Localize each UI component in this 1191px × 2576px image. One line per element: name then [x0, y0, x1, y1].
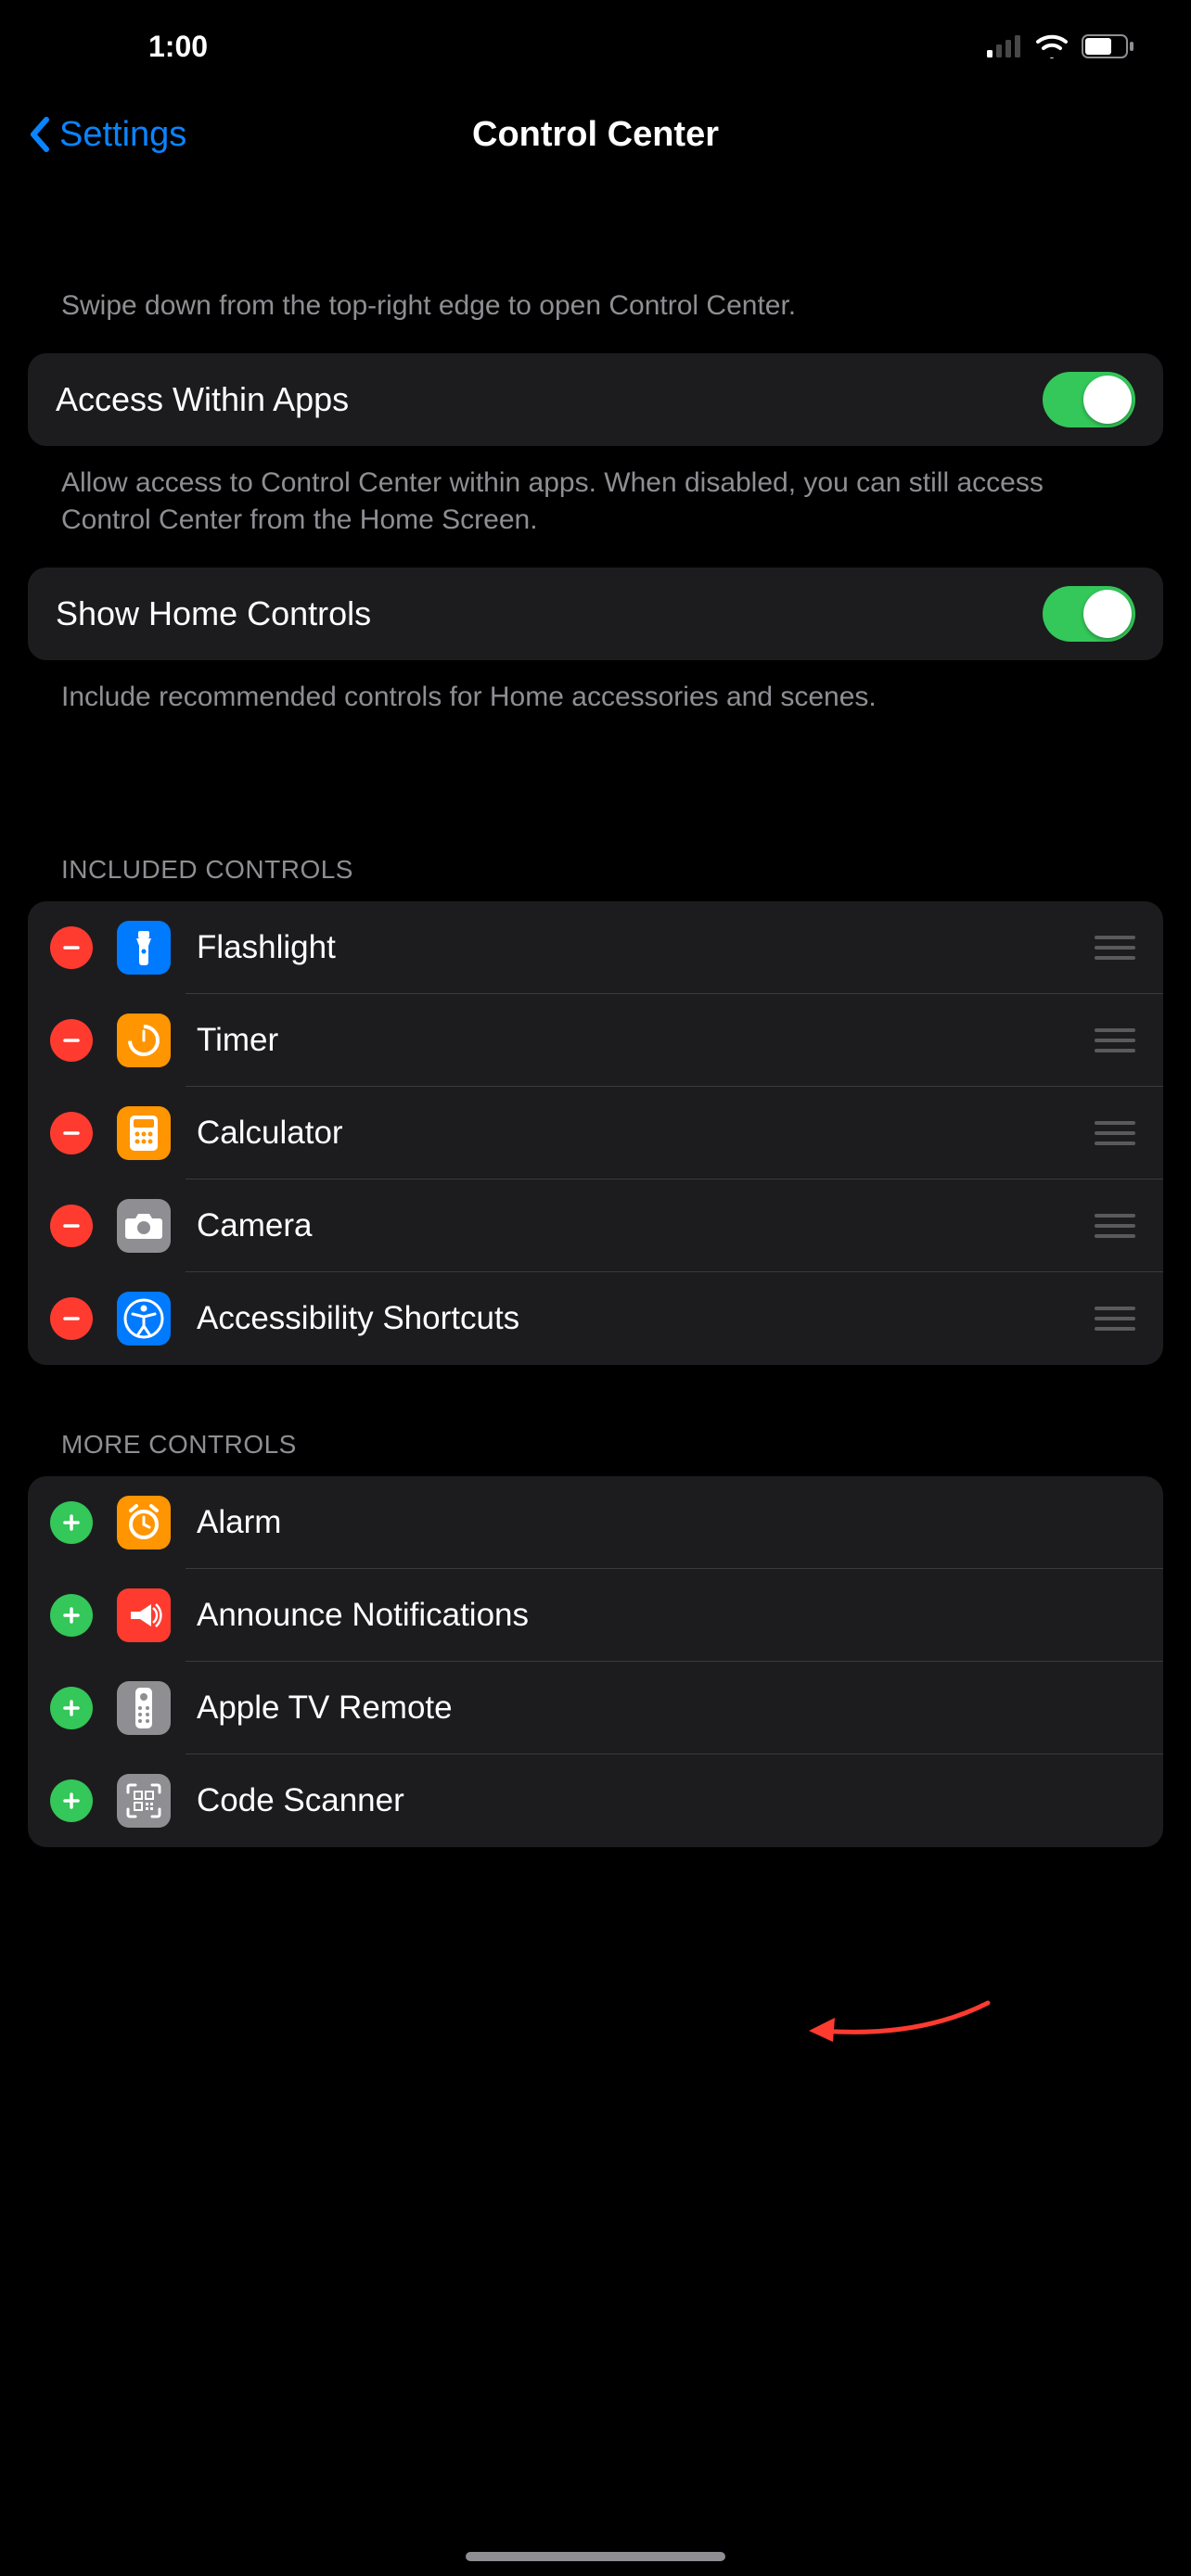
announce-icon [117, 1588, 171, 1642]
annotation-arrow [807, 1992, 992, 2047]
item-label: Alarm [197, 1504, 1141, 1541]
drag-handle-icon[interactable] [1095, 1121, 1135, 1145]
flashlight-icon [117, 921, 171, 975]
drag-handle-icon[interactable] [1095, 936, 1135, 960]
drag-handle-icon[interactable] [1095, 1214, 1135, 1238]
more-controls-header: MORE CONTROLS [28, 1430, 1163, 1476]
add-button[interactable] [50, 1687, 93, 1729]
included-controls-list: Flashlight Timer Calculator Camera Accessibi… [28, 901, 1163, 1365]
add-button[interactable] [50, 1594, 93, 1637]
home-indicator[interactable] [466, 2552, 725, 2561]
item-label: Flashlight [197, 929, 1095, 966]
access-within-apps-row[interactable]: Access Within Apps [56, 353, 1135, 446]
more-controls-list: Alarm Announce Notifications Apple TV Remo… [28, 1476, 1163, 1847]
drag-handle-icon[interactable] [1095, 1028, 1135, 1052]
calculator-icon [117, 1106, 171, 1160]
add-button[interactable] [50, 1779, 93, 1822]
list-item: Apple TV Remote [28, 1662, 1163, 1754]
remove-button[interactable] [50, 1112, 93, 1154]
remove-button[interactable] [50, 1205, 93, 1247]
home-switch[interactable] [1043, 586, 1135, 642]
battery-icon [1082, 34, 1135, 58]
access-within-apps-card: Access Within Apps [28, 353, 1163, 446]
add-button[interactable] [50, 1501, 93, 1544]
remove-button[interactable] [50, 926, 93, 969]
camera-icon [117, 1199, 171, 1253]
list-item: Code Scanner [28, 1754, 1163, 1847]
show-home-controls-row[interactable]: Show Home Controls [56, 567, 1135, 660]
list-item: Accessibility Shortcuts [28, 1272, 1163, 1365]
nav-bar: Settings Control Center [0, 93, 1191, 176]
item-label: Calculator [197, 1115, 1095, 1152]
list-item: Calculator [28, 1087, 1163, 1180]
back-label: Settings [59, 115, 186, 155]
list-item: Timer [28, 994, 1163, 1087]
access-desc: Allow access to Control Center within ap… [28, 446, 1163, 567]
home-desc: Include recommended controls for Home ac… [28, 660, 1163, 745]
status-icons [987, 34, 1135, 58]
access-label: Access Within Apps [56, 380, 349, 419]
included-controls-header: INCLUDED CONTROLS [28, 855, 1163, 901]
item-label: Announce Notifications [197, 1597, 1141, 1634]
tvremote-icon [117, 1681, 171, 1735]
chevron-left-icon [28, 116, 50, 153]
item-label: Apple TV Remote [197, 1690, 1141, 1727]
status-bar: 1:00 [0, 0, 1191, 93]
home-label: Show Home Controls [56, 594, 371, 633]
wifi-icon [1035, 34, 1069, 58]
status-time: 1:00 [148, 30, 208, 64]
list-item: Camera [28, 1180, 1163, 1272]
qrcode-icon [117, 1774, 171, 1828]
item-label: Timer [197, 1022, 1095, 1059]
list-item: Alarm [28, 1476, 1163, 1569]
intro-text: Swipe down from the top-right edge to op… [28, 250, 1163, 353]
remove-button[interactable] [50, 1019, 93, 1062]
item-label: Camera [197, 1207, 1095, 1244]
item-label: Code Scanner [197, 1782, 1141, 1819]
back-button[interactable]: Settings [28, 115, 186, 155]
list-item: Announce Notifications [28, 1569, 1163, 1662]
timer-icon [117, 1014, 171, 1067]
drag-handle-icon[interactable] [1095, 1307, 1135, 1331]
show-home-controls-card: Show Home Controls [28, 567, 1163, 660]
accessibility-icon [117, 1292, 171, 1345]
item-label: Accessibility Shortcuts [197, 1300, 1095, 1337]
cellular-icon [987, 35, 1022, 57]
access-switch[interactable] [1043, 372, 1135, 427]
remove-button[interactable] [50, 1297, 93, 1340]
alarm-icon [117, 1496, 171, 1549]
list-item: Flashlight [28, 901, 1163, 994]
